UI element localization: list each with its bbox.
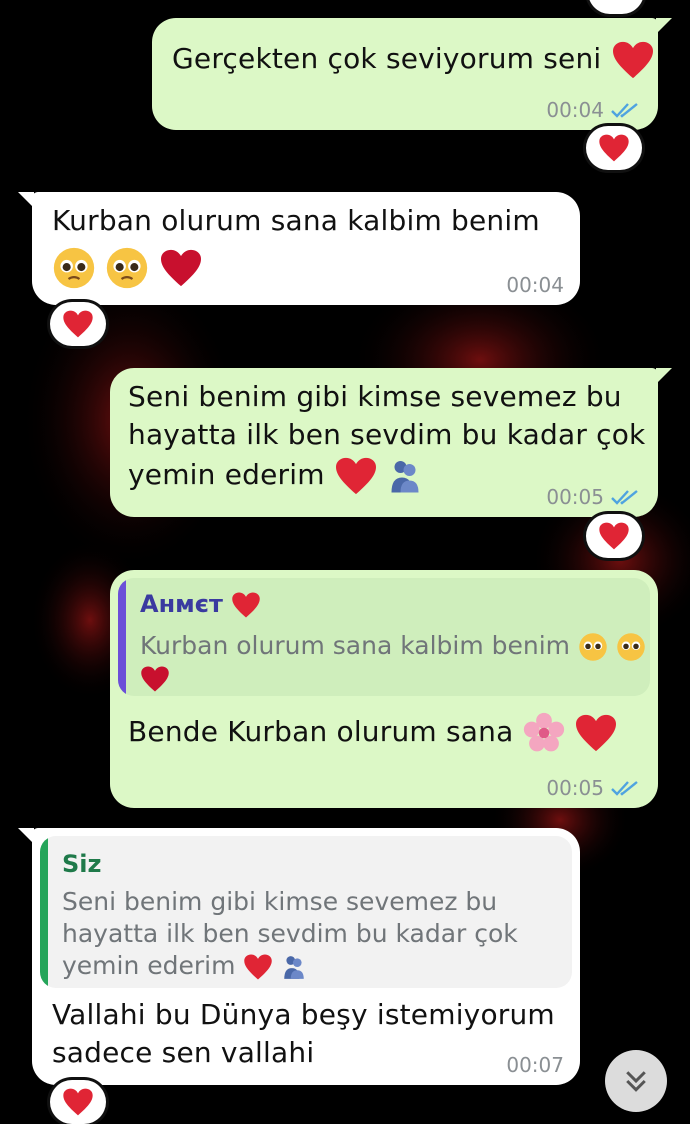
heart-emoji (244, 954, 273, 980)
quoted-message[interactable]: Aнмєт Kurban olurum sana kalbim benim (118, 578, 650, 696)
read-ticks-icon (611, 103, 638, 118)
message-text-line: yemin ederim (128, 458, 325, 491)
quote-author: Siz (62, 850, 102, 878)
quote-author: Aнмєт (140, 590, 223, 618)
incoming-message[interactable]: Kurban olurum sana kalbim benim 00:04 (18, 192, 580, 305)
cherry-blossom-emoji (523, 712, 564, 752)
heart-emoji (335, 457, 376, 495)
quote-bar (118, 578, 126, 696)
message-time: 00:04 (546, 98, 604, 122)
reaction-badge[interactable] (586, 514, 642, 558)
pleading-face-emoji (106, 247, 148, 289)
message-time: 00:05 (546, 485, 604, 509)
quote-bar (40, 836, 48, 988)
reaction-badge[interactable] (586, 126, 642, 170)
message-time: 00:04 (506, 273, 564, 297)
message-text-line: sadece sen vallahi (52, 1036, 315, 1069)
message-text-line: Seni benim gibi kimse sevemez bu (128, 380, 622, 413)
read-ticks-icon (611, 490, 638, 505)
message-text: Bende Kurban olurum sana (128, 715, 514, 748)
heart-emoji (599, 522, 629, 550)
heart-emoji (141, 666, 169, 692)
heart-emoji (161, 249, 202, 287)
message-text-line: hayatta ilk ben sevdim bu kadar çok (128, 418, 646, 451)
quote-text: Kurban olurum sana kalbim benim (140, 631, 571, 660)
pleading-face-emoji (53, 247, 95, 289)
heart-emoji (599, 134, 629, 162)
outgoing-reply-message[interactable]: Aнмєт Kurban olurum sana kalbim benim Be… (110, 570, 658, 808)
quote-text-line: Seni benim gibi kimse sevemez bu (62, 887, 498, 916)
reaction-badge[interactable] (50, 302, 106, 346)
scroll-to-bottom-button[interactable] (605, 1050, 667, 1112)
read-ticks-icon (611, 781, 638, 796)
heart-emoji (63, 310, 93, 338)
pleading-face-emoji (579, 633, 607, 661)
heart-emoji (63, 1088, 93, 1116)
people-hugging-emoji (284, 956, 305, 979)
incoming-reply-message[interactable]: Siz Seni benim gibi kimse sevemez bu hay… (18, 828, 580, 1085)
heart-emoji (232, 592, 261, 618)
heart-emoji (575, 714, 616, 752)
quote-text-line: yemin ederim (62, 951, 236, 980)
double-chevron-down-icon (626, 1071, 646, 1092)
reaction-badge[interactable] (50, 1080, 106, 1124)
message-time: 00:07 (506, 1053, 564, 1077)
message-text: Gerçekten çok seviyorum seni (172, 42, 602, 75)
message-text: Kurban olurum sana kalbim benim (52, 204, 540, 237)
pleading-face-emoji (617, 633, 645, 661)
message-time: 00:05 (546, 776, 604, 800)
people-hugging-emoji (391, 461, 419, 493)
quote-text-line: hayatta ilk ben sevdim bu kadar çok (62, 919, 518, 948)
quoted-message[interactable]: Siz Seni benim gibi kimse sevemez bu hay… (40, 836, 572, 988)
outgoing-message[interactable]: Gerçekten çok seviyorum seni 00:04 (152, 18, 672, 130)
outgoing-message[interactable]: Seni benim gibi kimse sevemez bu hayatta… (110, 368, 672, 517)
message-text-line: Vallahi bu Dünya beşy istemiyorum (52, 998, 555, 1031)
heart-emoji (612, 41, 653, 79)
reaction-badge[interactable] (588, 0, 644, 14)
